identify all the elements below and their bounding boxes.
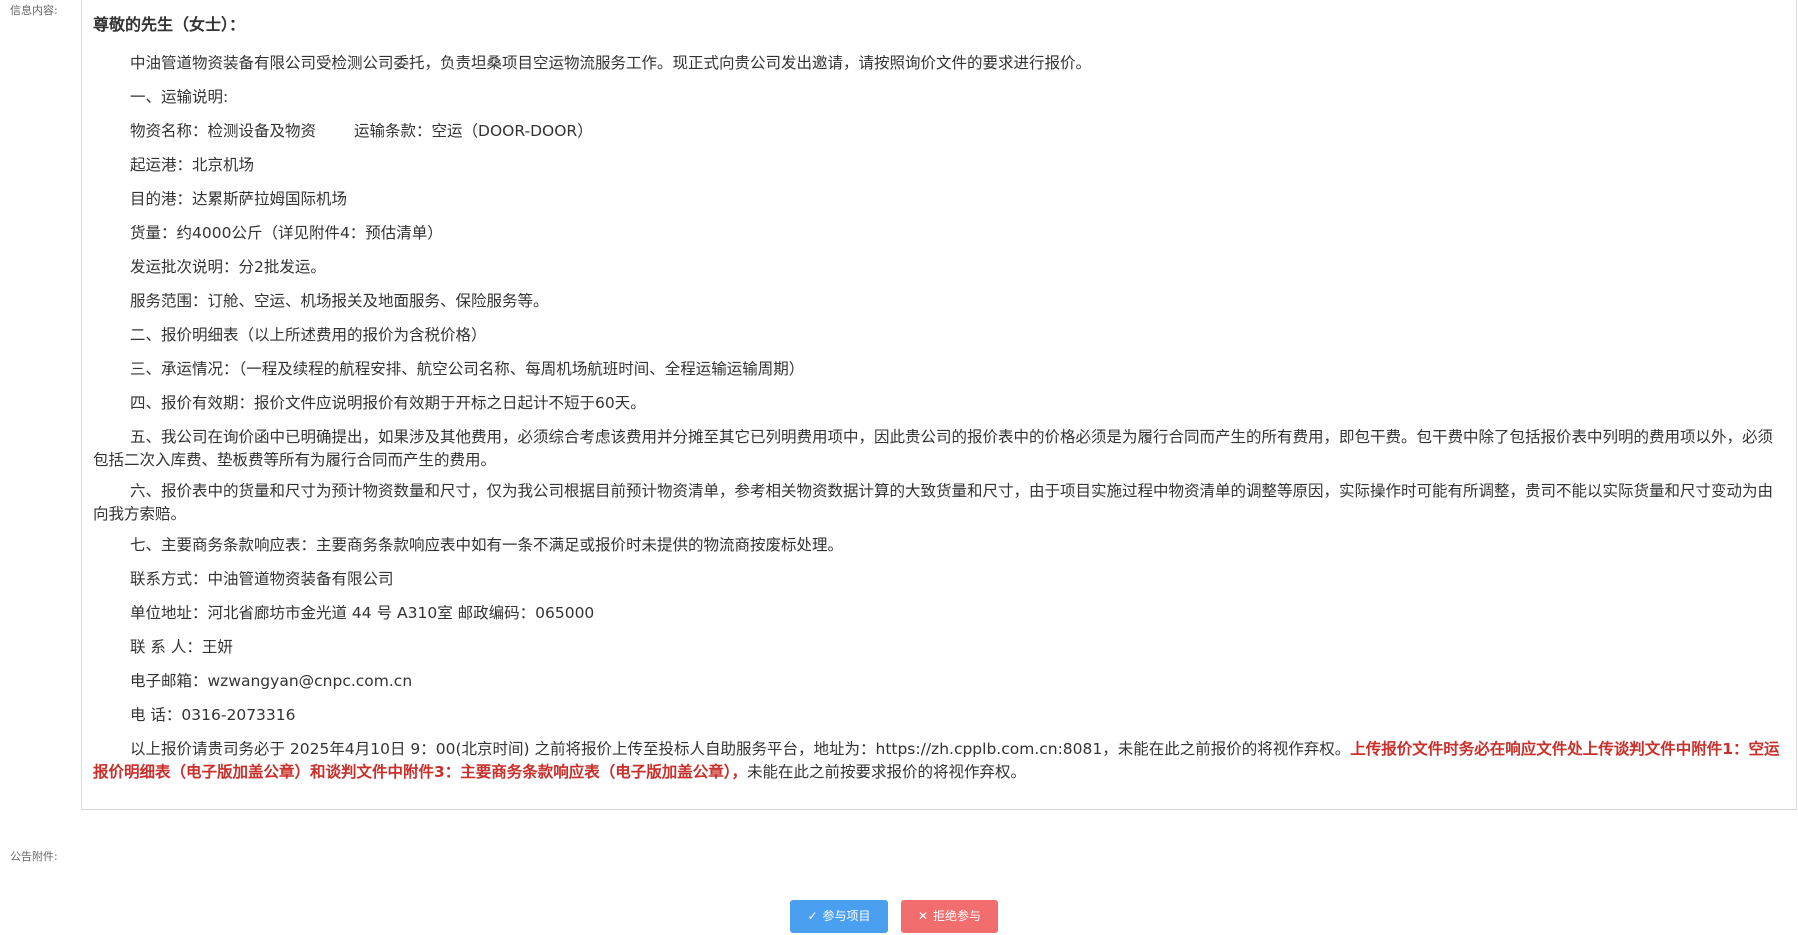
section-3: 三、承运情况：（一程及续程的航程安排、航空公司名称、每周机场航班时间、全程运输运… bbox=[130, 360, 805, 378]
contact-company: 联系方式：中油管道物资装备有限公司 bbox=[130, 570, 394, 588]
deadline-tail: 未能在此之前按要求报价的将视作弃权。 bbox=[747, 763, 1027, 781]
join-project-button[interactable]: ✓ 参与项目 bbox=[790, 900, 888, 933]
join-project-label: 参与项目 bbox=[822, 909, 871, 923]
announcement-content-box: 尊敬的先生（女士）： 中油管道物资装备有限公司受检测公司委托，负责坦桑项目空运物… bbox=[81, 0, 1797, 810]
contact-email: 电子邮箱：wzwangyan@cnpc.com.cn bbox=[130, 672, 413, 690]
destination-port: 目的港：达累斯萨拉姆国际机场 bbox=[130, 190, 348, 208]
section-7: 七、主要商务条款响应表：主要商务条款响应表中如有一条不满足或报价时未提供的物流商… bbox=[130, 536, 844, 554]
section-1-title: 一、运输说明: bbox=[130, 88, 229, 106]
section-5: 五、我公司在询价函中已明确提出，如果涉及其他费用，必须综合考虑该费用并分摊至其它… bbox=[93, 428, 1774, 469]
attachments-label: 公告附件: bbox=[10, 850, 58, 863]
check-icon: ✓ bbox=[807, 909, 818, 923]
reject-participation-button[interactable]: ✕ 拒绝参与 bbox=[901, 900, 998, 933]
goods-name: 物资名称：检测设备及物资 bbox=[130, 122, 317, 140]
shipment-batches: 发运批次说明：分2批发运。 bbox=[130, 258, 326, 276]
action-buttons: ✓ 参与项目 ✕ 拒绝参与 bbox=[0, 900, 1798, 933]
contact-address: 单位地址：河北省廊坊市金光道 44 号 A310室 邮政编码：065000 bbox=[130, 604, 595, 622]
close-icon: ✕ bbox=[917, 909, 929, 923]
intro-paragraph: 中油管道物资装备有限公司受检测公司委托，负责坦桑项目空运物流服务工作。现正式向贵… bbox=[130, 54, 1092, 72]
deadline-notice: 以上报价请贵司务必于 2025年4月10日 9：00(北京时间) 之前将报价上传… bbox=[93, 738, 1784, 784]
reject-participation-label: 拒绝参与 bbox=[933, 909, 982, 923]
deadline-text: 以上报价请贵司务必于 2025年4月10日 9：00(北京时间) 之前将报价上传… bbox=[130, 740, 1351, 758]
cargo-volume: 货量：约4000公斤（详见附件4：预估清单） bbox=[130, 224, 443, 242]
section-4: 四、报价有效期：报价文件应说明报价有效期于开标之日起计不短于60天。 bbox=[130, 394, 646, 412]
info-content-label: 信息内容: bbox=[10, 4, 58, 17]
goods-line: 物资名称：检测设备及物资 运输条款：空运（DOOR-DOOR） bbox=[93, 120, 1784, 143]
contact-phone: 电 话：0316-2073316 bbox=[130, 706, 296, 724]
section-2: 二、报价明细表（以上所述费用的报价为含税价格） bbox=[130, 326, 487, 344]
section-6: 六、报价表中的货量和尺寸为预计物资数量和尺寸，仅为我公司根据目前预计物资清单，参… bbox=[93, 482, 1774, 523]
transport-terms: 运输条款：空运（DOOR-DOOR） bbox=[354, 122, 593, 140]
service-scope: 服务范围：订舱、空运、机场报关及地面服务、保险服务等。 bbox=[130, 292, 549, 310]
origin-port: 起运港：北京机场 bbox=[130, 156, 255, 174]
contact-person: 联 系 人：王妍 bbox=[130, 638, 233, 656]
greeting: 尊敬的先生（女士）： bbox=[93, 15, 246, 34]
